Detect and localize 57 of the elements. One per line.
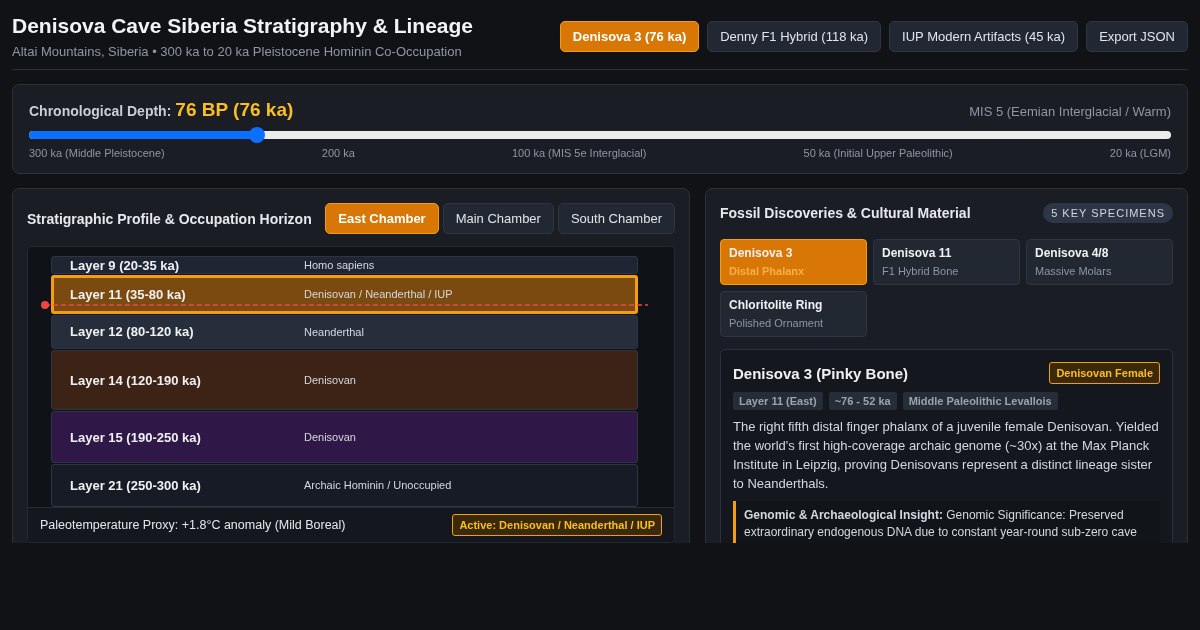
layer-occupants: Denisovan [304, 431, 356, 444]
layer-name: Layer 15 (190-250 ka) [70, 429, 202, 445]
stratum-layer[interactable]: Layer 21 (250-300 ka) Archaic Hominin / Unoccupied [51, 463, 638, 507]
proxy-text: Paleotemperature Proxy: +1.8°C anomaly (Mild Boreal) [40, 518, 346, 532]
layer-name: Layer 9 (20-35 ka) [70, 257, 181, 273]
export-button[interactable]: Export JSON [1086, 21, 1188, 52]
preset-button[interactable]: IUP Modern Artifacts (45 ka) [889, 21, 1079, 52]
stratum-layer[interactable]: Layer 12 (80-120 ka) Neanderthal [51, 314, 638, 350]
layer-occupants: Homo sapiens [304, 259, 375, 271]
specimen-type: Massive Molars [1035, 265, 1113, 277]
detail-title: Denisova 3 (Pinky Bone) [733, 364, 909, 382]
depth-value: 76 BP (76 ka) [175, 99, 294, 120]
preset-button[interactable]: Denny F1 Hybrid (118 ka) [707, 21, 882, 52]
tick-label: 100 ka (MIS 5e Interglacial) [511, 147, 647, 159]
tag: Layer 11 (East) [733, 392, 823, 410]
page-title: Denisova Cave Siberia Stratigraphy & Lineage [12, 14, 473, 38]
stratum-layer[interactable]: Layer 15 (190-250 ka) Denisovan [51, 411, 638, 463]
page-subtitle: Altai Mountains, Siberia • 300 ka to 20 ka Pleistocene Hominin Co-Occupation [12, 44, 463, 59]
depth-label: Chronological Depth: [29, 103, 172, 119]
stratum-layer[interactable]: Layer 14 (120-190 ka) Denisovan [51, 350, 638, 411]
layer-occupants: Archaic Hominin / Unoccupied [304, 479, 452, 492]
slider-thumb[interactable] [249, 127, 266, 143]
panel-title: Fossil Discoveries & Cultural Material [720, 205, 971, 221]
species-badge: Denisovan Female [1049, 362, 1160, 384]
specimen-name: Denisova 11 [882, 246, 953, 260]
layer-name: Layer 21 (250-300 ka) [70, 477, 202, 493]
tick-label: 300 ka (Middle Pleistocene) [29, 147, 165, 159]
specimen-type: Polished Ornament [729, 317, 825, 329]
specimen-type: F1 Hybrid Bone [882, 265, 960, 277]
layer-occupants: Denisovan [304, 374, 356, 387]
insight-text: Genomic & Archaeological Insight: Genomic Significance: Preserved extraordinary endogenous DNA due to constant year-round sub-zero cave [733, 501, 1160, 543]
specimen-name: Chloritolite Ring [729, 298, 824, 312]
stratum-layer[interactable]: Layer 9 (20-35 ka) Homo sapiens [51, 256, 638, 274]
tick-label: 200 ka [321, 147, 355, 159]
tick-label: 50 ka (Initial Upper Paleolithic) [803, 147, 953, 159]
layer-name: Layer 12 (80-120 ka) [70, 324, 195, 340]
chamber-tab[interactable]: Main Chamber [442, 203, 554, 234]
climate-label: MIS 5 (Eemian Interglacial / Warm) [969, 104, 1171, 119]
layer-name: Layer 14 (120-190 ka) [70, 372, 202, 388]
specimen-name: Denisova 4/8 [1035, 246, 1110, 260]
description-text: The right fifth distal finger phalanx of a juvenile female Denisovan. Yielded the world's first high-coverage archaic genome (~30x) at the Max Planck Institute in Leipzig, proving Denisovans represent a distinct lineage sister to Neanderthals. [733, 418, 1160, 493]
specimen-card[interactable]: Chloritolite Ring Polished Ornament [720, 291, 867, 337]
panel-title: Stratigraphic Profile & Occupation Horizon [27, 210, 312, 227]
tick-label: 20 ka (LGM) [1109, 147, 1171, 159]
tag: Middle Paleolithic Levallois [902, 392, 1058, 410]
specimen-name: Denisova 3 [729, 246, 794, 260]
layer-occupants: Denisovan / Neanderthal / IUP [304, 288, 453, 301]
layer-occupants: Neanderthal [304, 325, 364, 338]
chamber-tab[interactable]: South Chamber [557, 203, 675, 234]
specimen-card[interactable]: Denisova 11 F1 Hybrid Bone [873, 239, 1020, 285]
active-badge: Active: Denisovan / Neanderthal / IUP [452, 514, 662, 536]
count-badge: 5 KEY SPECIMENS [1043, 203, 1173, 223]
stratum-layer[interactable]: Layer 11 (35-80 ka) Denisovan / Neanderthal / IUP [51, 275, 638, 314]
tag: ~76 - 52 ka [828, 392, 897, 410]
specimen-card[interactable]: Denisova 4/8 Massive Molars [1026, 239, 1173, 285]
layer-name: Layer 11 (35-80 ka) [70, 286, 187, 302]
specimen-type: Distal Phalanx [729, 265, 806, 277]
